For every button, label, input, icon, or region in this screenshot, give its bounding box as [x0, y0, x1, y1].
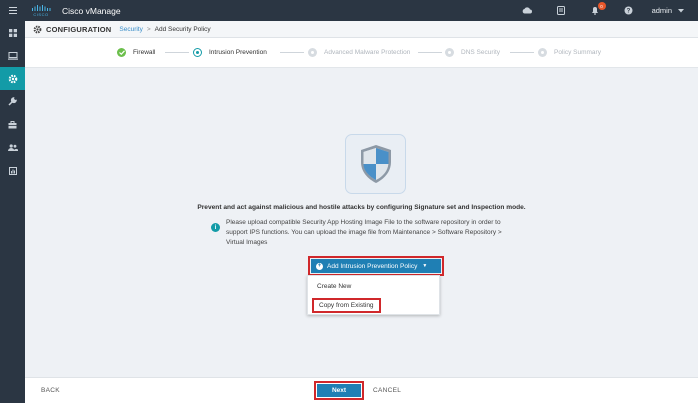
shield-icon-box: [345, 134, 406, 194]
step-advanced-malware-protection[interactable]: Advanced Malware Protection: [308, 48, 410, 57]
caret-down-icon: ▼: [422, 263, 428, 269]
administration-icon[interactable]: [0, 136, 25, 159]
analytics-icon[interactable]: [0, 159, 25, 182]
app-title: Cisco vManage: [62, 5, 121, 16]
tasks-icon[interactable]: [544, 0, 578, 21]
bell-icon[interactable]: 0: [578, 0, 612, 21]
step-connector: [510, 52, 534, 53]
notification-badge: 0: [597, 2, 606, 10]
dashboard-icon[interactable]: [0, 21, 25, 44]
help-icon[interactable]: ?: [612, 0, 646, 21]
top-icons: 0 ? admin: [510, 0, 698, 21]
wizard-footer: BACK Next CANCEL: [25, 377, 698, 403]
step-intrusion-prevention[interactable]: Intrusion Prevention: [193, 48, 267, 57]
svg-text:?: ?: [627, 9, 631, 15]
wizard-steps: Firewall Intrusion Prevention Advanced M…: [25, 38, 698, 68]
step-label: Advanced Malware Protection: [324, 49, 411, 56]
pending-step-icon: [538, 48, 547, 57]
gear-icon: [33, 25, 42, 33]
step-label: Firewall: [133, 49, 156, 56]
step-label: Policy Summary: [554, 49, 601, 56]
headline: Prevent and act against malicious and ho…: [197, 204, 526, 211]
info-line: Please upload compatible Security App Ho…: [226, 219, 501, 226]
info-text: Please upload compatible Security App Ho…: [226, 218, 502, 248]
monitor-icon[interactable]: [0, 44, 25, 67]
user-menu[interactable]: admin: [652, 6, 684, 15]
shield-icon: [360, 145, 391, 183]
configuration-icon[interactable]: [0, 67, 25, 90]
sidebar: [0, 21, 25, 403]
pending-step-icon: [445, 48, 454, 57]
breadcrumb-current: Add Security Policy: [154, 25, 211, 33]
page-title: CONFIGURATION: [46, 24, 112, 34]
check-icon: [117, 48, 126, 57]
info-line: support IPS functions. You can upload th…: [226, 229, 502, 236]
cisco-logo-text: CISCO: [33, 11, 49, 17]
step-dns-security[interactable]: DNS Security: [445, 48, 500, 57]
add-button-label: Add Intrusion Prevention Policy: [327, 262, 418, 270]
main-content: Prevent and act against malicious and ho…: [25, 68, 698, 377]
cancel-button[interactable]: CANCEL: [373, 387, 401, 394]
next-button[interactable]: Next: [314, 381, 364, 400]
step-connector: [165, 52, 189, 53]
top-navbar: CISCO Cisco vManage 0 ? admin: [0, 0, 698, 21]
chevron-down-icon: [678, 8, 684, 12]
breadcrumb-security[interactable]: Security: [119, 26, 142, 33]
add-intrusion-prevention-policy-button[interactable]: + Add Intrusion Prevention Policy ▼: [308, 256, 444, 276]
menu-item-create-new[interactable]: Create New: [317, 283, 351, 290]
step-connector: [418, 52, 442, 53]
maintenance-icon[interactable]: [0, 113, 25, 136]
plus-icon: +: [316, 262, 323, 270]
current-step-icon: [193, 48, 202, 57]
cisco-logo: CISCO: [30, 4, 52, 18]
menu-icon[interactable]: [0, 0, 25, 21]
username: admin: [651, 6, 672, 15]
info-line: Virtual Images: [226, 239, 268, 246]
cloud-icon[interactable]: [510, 0, 544, 21]
menu-item-copy-from-existing[interactable]: Copy from Existing: [312, 298, 381, 313]
breadcrumb-separator: >: [146, 25, 151, 33]
info-icon: i: [211, 223, 220, 232]
step-label: DNS Security: [461, 49, 501, 56]
step-firewall[interactable]: Firewall: [117, 48, 155, 57]
step-connector: [280, 52, 304, 53]
info-message: i Please upload compatible Security App …: [211, 218, 541, 248]
pending-step-icon: [308, 48, 317, 57]
brand: CISCO Cisco vManage: [30, 4, 121, 18]
step-label: Intrusion Prevention: [209, 49, 267, 56]
add-policy-dropdown-menu: Create New Copy from Existing: [307, 275, 440, 315]
page-header: CONFIGURATION Security > Add Security Po…: [25, 21, 698, 38]
step-policy-summary[interactable]: Policy Summary: [538, 48, 601, 57]
tools-icon[interactable]: [0, 90, 25, 113]
back-button[interactable]: BACK: [41, 387, 60, 394]
